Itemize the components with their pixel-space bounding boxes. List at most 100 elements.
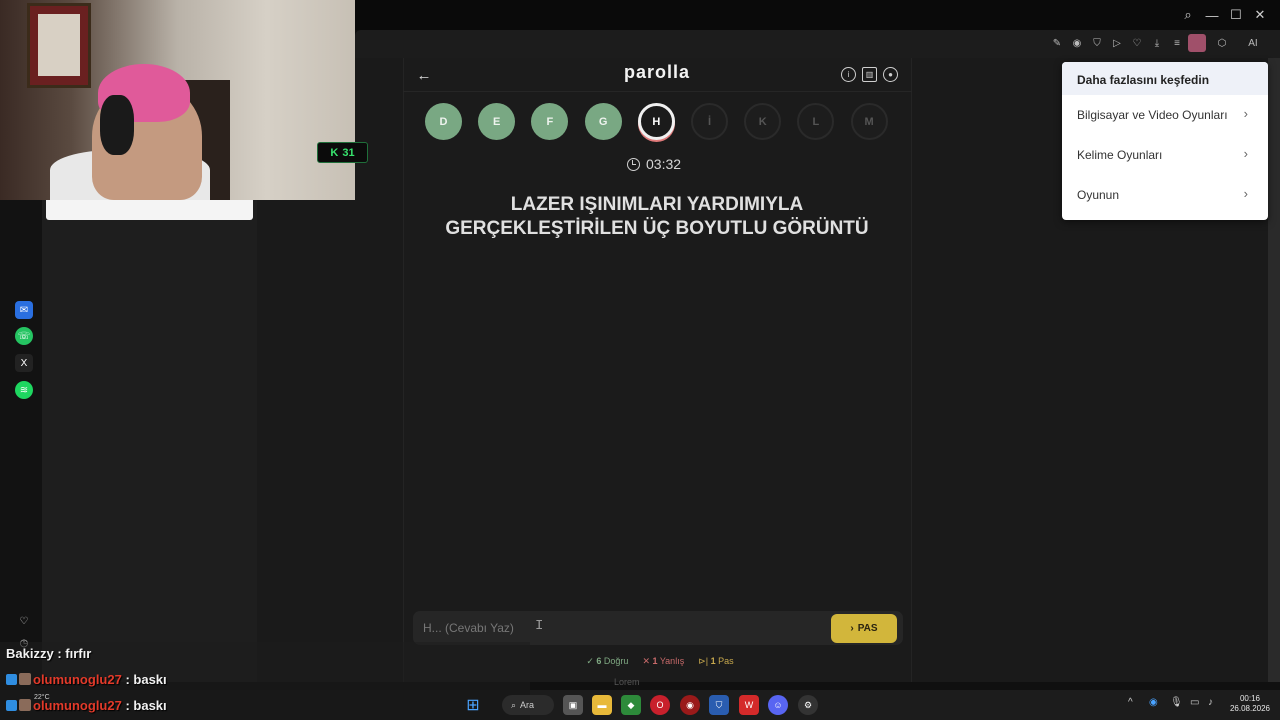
- clock-date: 26.08.2026: [1229, 704, 1271, 713]
- spotify-icon[interactable]: ≋: [15, 381, 33, 399]
- chat-sep: :: [53, 646, 66, 661]
- heart-icon[interactable]: ♡: [1128, 34, 1146, 52]
- edit-icon[interactable]: ✎: [1048, 34, 1066, 52]
- menu-item-game[interactable]: Oyunun ›: [1062, 176, 1268, 214]
- maximize-button[interactable]: ☐: [1224, 0, 1248, 30]
- letter-todo: K: [744, 103, 782, 140]
- chat-text: baskı: [133, 672, 167, 687]
- chat-text: fırfır: [65, 646, 92, 661]
- menu-item-label: Oyunun: [1077, 188, 1120, 202]
- letter-todo: İ: [691, 103, 728, 140]
- search-icon[interactable]: ⌕: [1176, 0, 1200, 30]
- background-text: Lorem: [614, 677, 640, 687]
- messenger-icon[interactable]: ✉: [15, 301, 33, 319]
- pass-button[interactable]: › PAS: [831, 614, 897, 643]
- stats-icon[interactable]: ▥: [862, 67, 877, 82]
- info-icon[interactable]: i: [841, 67, 856, 82]
- score-stats: ✓ 6 Doğru ✕ 1 Yanlış ⊳| 1 Pas: [560, 656, 760, 670]
- close-button[interactable]: ✕: [1248, 0, 1272, 30]
- kick-count: 31: [342, 146, 355, 159]
- settings-icon[interactable]: ⚙: [798, 695, 818, 715]
- chat-message: olumunoglu27 : baskı: [6, 672, 167, 690]
- chat-user: Bakizzy: [6, 646, 54, 661]
- microphone-icon[interactable]: 🎙: [1170, 697, 1183, 708]
- chevron-up-icon[interactable]: ^: [1128, 697, 1133, 708]
- app-icon[interactable]: ◉: [680, 695, 700, 715]
- search-icon: ⌕: [511, 699, 517, 710]
- browser-sidebar: [0, 200, 42, 682]
- play-icon[interactable]: ▷: [1108, 34, 1126, 52]
- minimize-button[interactable]: —: [1200, 0, 1224, 30]
- chat-text: baskı: [133, 698, 167, 713]
- avatar: [19, 673, 31, 685]
- kick-icon: K: [330, 146, 339, 159]
- discord-icon[interactable]: ☺: [768, 695, 788, 715]
- left-card: [46, 200, 253, 220]
- chat-message: Bakizzy : fırfır: [6, 646, 91, 664]
- window-titlebar: [355, 0, 1280, 30]
- answer-input[interactable]: [420, 616, 820, 640]
- app-tray-icon[interactable]: ◉: [1149, 697, 1158, 708]
- download-icon[interactable]: ⤓: [1148, 34, 1166, 52]
- nvidia-icon[interactable]: ◆: [621, 695, 641, 715]
- menu-item-video-games[interactable]: Bilgisayar ve Video Oyunları ›: [1062, 96, 1268, 134]
- shield-icon[interactable]: ⛉: [709, 695, 729, 715]
- windows-start-icon[interactable]: ⊞: [463, 695, 483, 715]
- correct-stat: ✓ 6 Doğru: [586, 656, 629, 666]
- folder-icon[interactable]: ▬: [592, 695, 612, 715]
- volume-icon[interactable]: ♪: [1208, 697, 1213, 708]
- heart-icon[interactable]: ♡: [15, 612, 33, 630]
- menu-title: Daha fazlasını keşfedin: [1062, 62, 1268, 95]
- task-view-icon[interactable]: ▣: [563, 695, 583, 715]
- taskbar-clock[interactable]: 00:16 26.08.2026: [1228, 694, 1272, 714]
- display-icon[interactable]: ▭: [1190, 697, 1199, 708]
- ai-button[interactable]: AI: [1240, 34, 1266, 52]
- game-panel: [403, 58, 912, 682]
- ai-label: AI: [1248, 37, 1258, 49]
- timer-value: 03:32: [646, 156, 682, 172]
- chat-message: olumunoglu27 : baskı: [6, 698, 167, 716]
- badge-icon: [6, 700, 17, 711]
- camera-icon[interactable]: ◉: [1068, 34, 1086, 52]
- menu-item-word-games[interactable]: Kelime Oyunları ›: [1062, 136, 1268, 174]
- letter-done: E: [478, 103, 516, 140]
- shield-icon[interactable]: ⛉: [1088, 34, 1106, 52]
- chevron-right-icon: ›: [1243, 146, 1248, 161]
- game-logo: parolla: [623, 62, 691, 82]
- search-label: Ara: [520, 700, 535, 710]
- opera-icon[interactable]: O: [650, 695, 670, 715]
- user-icon[interactable]: ●: [883, 67, 898, 82]
- pass-label: PAS: [857, 623, 878, 634]
- whatsapp-icon[interactable]: ☏: [15, 327, 33, 345]
- wps-icon[interactable]: W: [739, 695, 759, 715]
- letter-done: D: [425, 103, 462, 140]
- x-icon[interactable]: X: [15, 354, 33, 372]
- kick-viewer-badge: K 31: [317, 142, 368, 163]
- chat-sep: :: [121, 698, 134, 713]
- menu-item-label: Kelime Oyunları: [1077, 148, 1163, 162]
- chat-sep: :: [121, 672, 134, 687]
- letter-current: H: [637, 103, 675, 140]
- back-arrow-icon[interactable]: ←: [414, 64, 434, 86]
- clock-time: 00:16: [1239, 694, 1261, 703]
- extension-icon[interactable]: ⬡: [1213, 34, 1231, 52]
- timer: 03:32: [627, 155, 697, 173]
- question-text: LAZER IŞINIMLARI YARDIMIYLA GERÇEKLEŞTİR…: [445, 194, 869, 239]
- chat-user: olumunoglu27: [33, 672, 122, 687]
- taskbar: [530, 690, 1280, 720]
- profile-avatar[interactable]: [1188, 34, 1206, 52]
- portrait-image: [38, 14, 80, 76]
- text-cursor-icon: I: [535, 618, 544, 634]
- chevron-right-icon: ›: [1243, 186, 1248, 201]
- menu-icon[interactable]: ≡: [1168, 34, 1186, 52]
- right-panel: [1268, 58, 1280, 682]
- clock-icon: [627, 157, 640, 171]
- chevron-right-icon: ›: [1243, 106, 1248, 121]
- menu-item-label: Bilgisayar ve Video Oyunları: [1077, 108, 1228, 122]
- badge-icon: [6, 674, 17, 685]
- letter-todo: M: [850, 103, 888, 140]
- pass-stat: ⊳| 1 Pas: [698, 656, 734, 666]
- letter-done: G: [584, 103, 622, 140]
- avatar: [19, 699, 31, 711]
- taskbar-search[interactable]: ⌕ Ara: [502, 695, 554, 715]
